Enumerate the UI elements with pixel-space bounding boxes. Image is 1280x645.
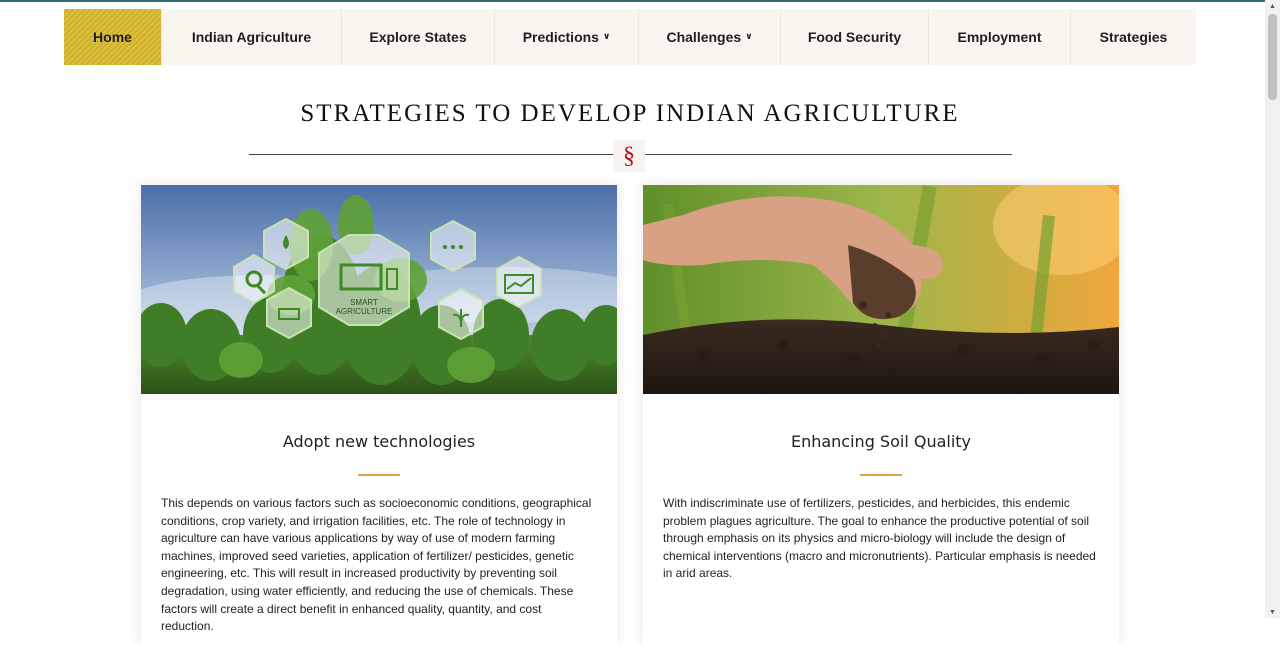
heading-underline [358,474,400,476]
chevron-down-icon: ∨ [745,30,753,41]
svg-text:SMART: SMART [350,298,378,307]
nav-predictions-label: Predictions [522,29,599,45]
nav-food-security-label: Food Security [807,29,902,45]
section-symbol-icon: § [613,140,645,172]
heading-underline [860,474,902,476]
card-description: With indiscriminate use of fertilizers, … [663,496,1096,581]
page-scrollbar[interactable]: ▲ ▼ [1265,0,1280,618]
nav-strategies[interactable]: Strategies [1071,9,1196,65]
card-description: This depends on various factors such as … [161,496,592,634]
card-heading: Adopt new technologies [282,432,476,451]
scroll-up-icon[interactable]: ▲ [1265,0,1280,12]
nav-home-label: Home [93,29,132,45]
nav-indian-agriculture[interactable]: Indian Agriculture [162,9,342,65]
nav-explore-states-label: Explore States [369,29,467,45]
soil-hand-image [643,185,1119,394]
strategy-card-soil: Enhancing Soil Quality With indiscrimina… [643,185,1119,645]
scroll-down-icon[interactable]: ▼ [1265,606,1280,618]
chevron-down-icon: ∨ [602,30,611,41]
nav-challenges[interactable]: Challenges ∨ [639,9,781,65]
title-divider-right [645,154,1012,155]
nav-challenges-label: Challenges [666,29,742,45]
nav-employment-label: Employment [957,29,1042,45]
nav-strategies-label: Strategies [1099,29,1168,45]
nav-explore-states[interactable]: Explore States [342,9,495,65]
title-divider-left [249,154,613,155]
scrollbar-thumb[interactable] [1268,14,1277,100]
nav-predictions[interactable]: Predictions ∨ [495,9,639,65]
page-title: STRATEGIES TO DEVELOP INDIAN AGRICULTURE [300,100,960,127]
nav-indian-agriculture-label: Indian Agriculture [191,29,312,45]
svg-text:AGRICULTURE: AGRICULTURE [336,307,393,316]
strategy-card-technology: SMART AGRICULTURE Adopt new technologies… [141,185,617,645]
smart-agriculture-image: SMART AGRICULTURE [141,185,617,394]
card-heading: Enhancing Soil Quality [790,432,972,451]
main-navbar: Home Indian Agriculture Explore States P… [64,9,1196,65]
nav-home[interactable]: Home [64,9,162,65]
top-accent-line [0,0,1280,2]
nav-employment[interactable]: Employment [929,9,1071,65]
nav-food-security[interactable]: Food Security [781,9,929,65]
